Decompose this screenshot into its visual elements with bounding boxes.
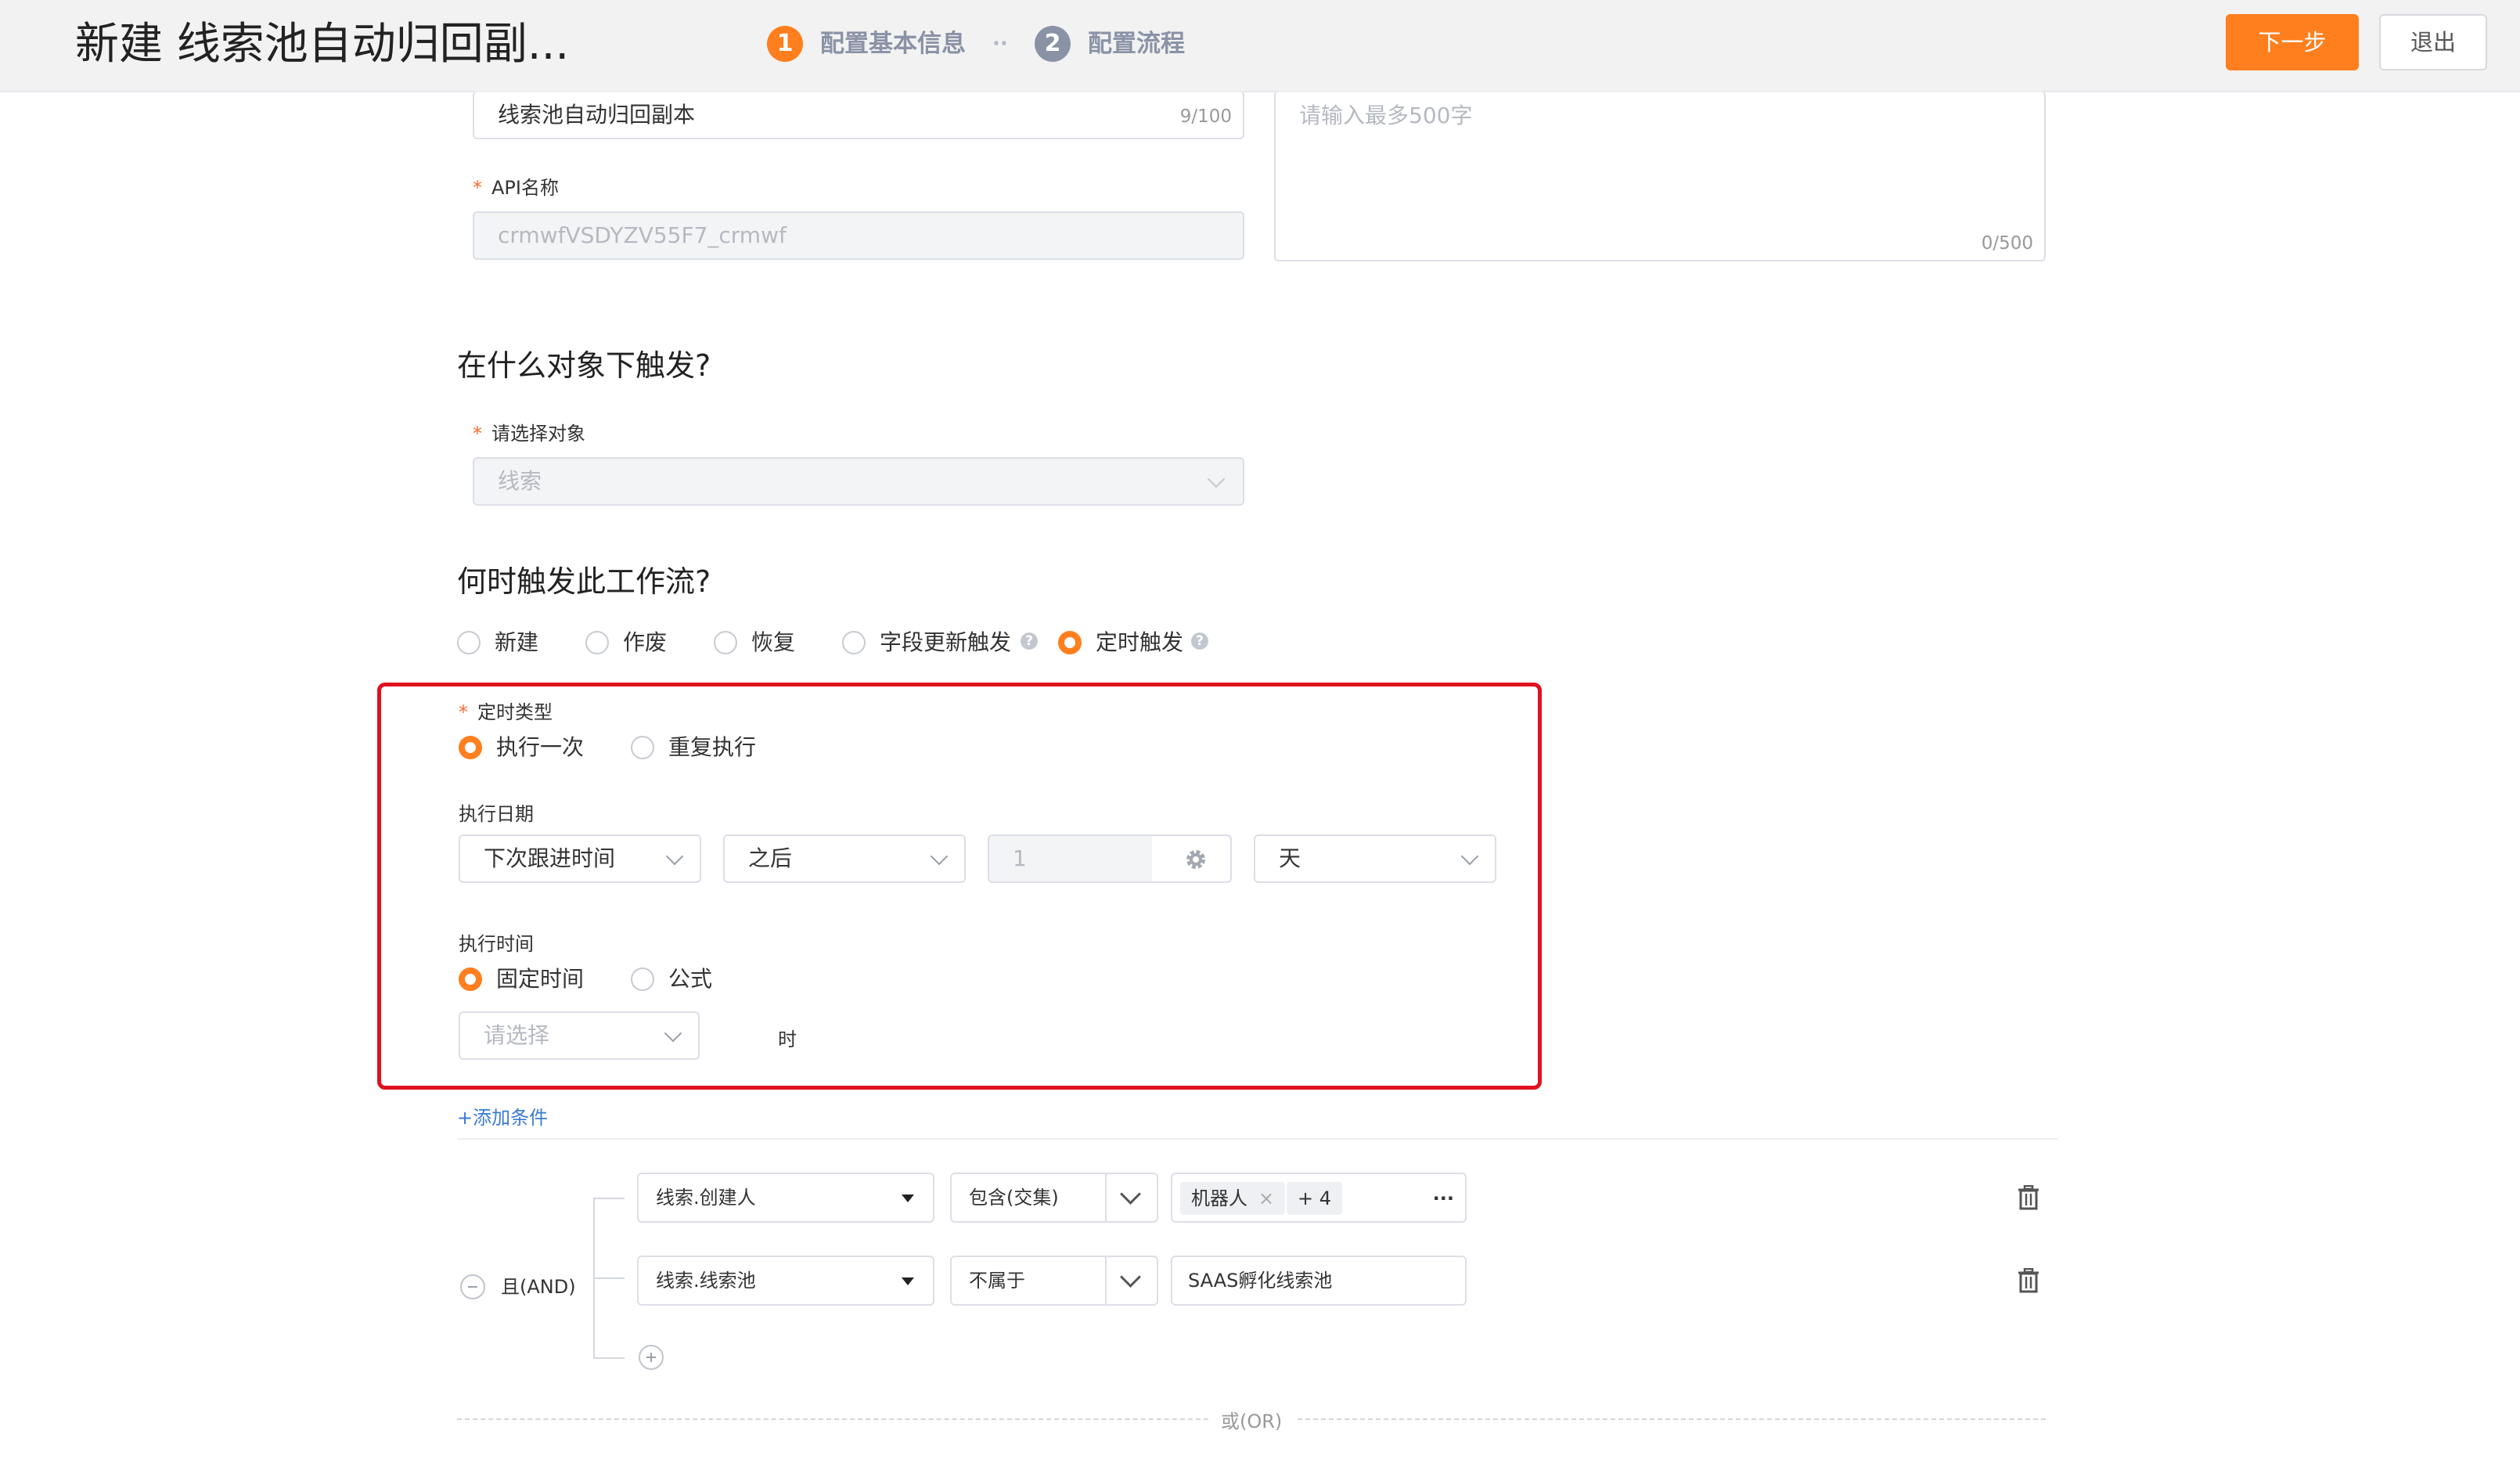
date-direction-select[interactable]: 之后	[723, 834, 966, 883]
more-tags-badge[interactable]: + 4	[1287, 1182, 1343, 1215]
chevron-down-icon	[664, 1024, 682, 1043]
condition-operator-value: 包含(交集)	[969, 1187, 1059, 1209]
gear-icon	[1186, 850, 1205, 869]
date-unit-value: 天	[1279, 845, 1301, 871]
add-condition-link[interactable]: +添加条件	[457, 1102, 548, 1130]
help-icon[interactable]: ?	[1191, 632, 1208, 650]
api-name-input: crmwfVSDYZV55F7_crmwf	[473, 211, 1244, 260]
step-2-number: 2	[1035, 26, 1071, 62]
trigger-option-label: 新建	[495, 629, 539, 655]
page-title: 新建 线索池自动归回副...	[75, 19, 570, 70]
or-divider-left	[457, 1418, 1208, 1420]
chevron-down-icon	[1120, 1267, 1141, 1288]
description-char-counter: 0/500	[1981, 233, 2033, 254]
condition-field-select[interactable]: 线索.创建人	[637, 1173, 934, 1223]
time-fixed-radio[interactable]	[459, 968, 482, 991]
trigger-radio-scheduled[interactable]	[1058, 631, 1082, 654]
caret-down-icon	[902, 1195, 914, 1202]
and-group-bracket-mid	[593, 1277, 625, 1279]
condition-field-value: 线索.线索池	[656, 1270, 756, 1292]
trigger-option-label: 字段更新触发	[880, 629, 1012, 655]
trigger-radio-field-update[interactable]	[842, 631, 866, 654]
step-separator: ··	[992, 32, 1008, 56]
trigger-option-label: 作废	[623, 629, 668, 655]
date-unit-select[interactable]: 天	[1254, 834, 1496, 883]
name-char-counter: 9/100	[1179, 106, 1232, 127]
trash-icon[interactable]	[2018, 1268, 2039, 1293]
trigger-radio-restore[interactable]	[714, 631, 737, 654]
and-logic-label: 且(AND)	[501, 1276, 576, 1298]
timer-type-label: * 定时类型	[459, 701, 553, 723]
collapse-group-icon[interactable]	[460, 1274, 485, 1299]
date-amount-input[interactable]: 1	[988, 834, 1232, 883]
formula-button[interactable]	[1152, 836, 1230, 881]
execute-date-label: 执行日期	[459, 803, 534, 825]
date-amount-value: 1	[1013, 845, 1027, 871]
timer-type-repeat-radio[interactable]	[631, 736, 654, 759]
api-name-value: crmwfVSDYZV55F7_crmwf	[498, 222, 787, 248]
chevron-down-icon	[1207, 470, 1226, 488]
hour-suffix-label: 时	[778, 1029, 797, 1050]
condition-field-select[interactable]: 线索.线索池	[637, 1256, 934, 1306]
api-name-label: * API名称	[473, 177, 559, 199]
date-field-value: 下次跟进时间	[484, 845, 616, 871]
chevron-down-icon	[930, 847, 949, 866]
trigger-option-label: 定时触发	[1096, 629, 1184, 655]
help-icon[interactable]: ?	[1021, 632, 1038, 650]
condition-operator-select[interactable]: 不属于	[950, 1256, 1158, 1306]
chevron-down-icon	[665, 847, 684, 866]
chevron-down-icon	[1120, 1184, 1141, 1205]
workflow-name-value: 线索池自动归回副本	[498, 102, 696, 128]
object-select-value: 线索	[498, 468, 542, 494]
date-field-select[interactable]: 下次跟进时间	[459, 834, 701, 883]
condition-value-multiselect[interactable]: 机器人 × + 4 ···	[1171, 1173, 1467, 1223]
condition-value-input[interactable]: SAAS孵化线索池	[1171, 1256, 1467, 1306]
condition-value-text: SAAS孵化线索池	[1188, 1270, 1333, 1292]
close-icon[interactable]: ×	[1258, 1187, 1274, 1209]
or-divider-right	[1298, 1418, 2046, 1420]
workflow-name-input[interactable]: 线索池自动归回副本 9/100	[473, 91, 1244, 139]
step-2-label[interactable]: 配置流程	[1088, 26, 1185, 62]
trigger-section-title: 何时触发此工作流?	[457, 564, 711, 599]
hour-select[interactable]: 请选择	[459, 1011, 700, 1060]
timer-type-once-radio[interactable]	[459, 736, 482, 759]
description-textarea[interactable]: 请输入最多500字 0/500	[1274, 91, 2046, 261]
trash-icon[interactable]	[2018, 1185, 2039, 1210]
execute-time-label: 执行时间	[459, 933, 534, 955]
next-step-button[interactable]: 下一步	[2226, 14, 2359, 70]
trigger-radio-void[interactable]	[585, 631, 609, 654]
condition-operator-value: 不属于	[969, 1270, 1025, 1292]
or-logic-label[interactable]: 或(OR)	[1221, 1406, 1282, 1433]
timer-type-option-label: 执行一次	[496, 734, 585, 760]
description-placeholder: 请输入最多500字	[1299, 103, 1473, 128]
exit-button[interactable]: 退出	[2379, 14, 2487, 70]
time-option-label: 公式	[668, 966, 713, 992]
time-option-label: 固定时间	[496, 966, 585, 992]
chevron-down-icon	[1460, 847, 1479, 866]
more-options-icon[interactable]: ···	[1433, 1182, 1454, 1215]
trigger-option-label: 恢复	[751, 629, 796, 655]
step-1-number: 1	[767, 26, 803, 62]
condition-operator-select[interactable]: 包含(交集)	[950, 1173, 1158, 1223]
object-select-label: * 请选择对象	[473, 423, 585, 445]
divider	[457, 1138, 2058, 1140]
timer-type-option-label: 重复执行	[668, 734, 757, 760]
add-subcondition-icon[interactable]	[639, 1345, 664, 1370]
date-direction-value: 之后	[748, 845, 793, 871]
step-1-label[interactable]: 配置基本信息	[820, 26, 966, 62]
value-tag: 机器人 ×	[1180, 1182, 1286, 1215]
condition-field-value: 线索.创建人	[656, 1187, 756, 1209]
caret-down-icon	[902, 1277, 914, 1285]
object-select: 线索	[473, 457, 1244, 506]
trigger-radio-create[interactable]	[457, 631, 481, 654]
time-formula-radio[interactable]	[631, 968, 654, 991]
hour-select-placeholder: 请选择	[484, 1022, 550, 1048]
object-section-title: 在什么对象下触发?	[457, 348, 711, 383]
